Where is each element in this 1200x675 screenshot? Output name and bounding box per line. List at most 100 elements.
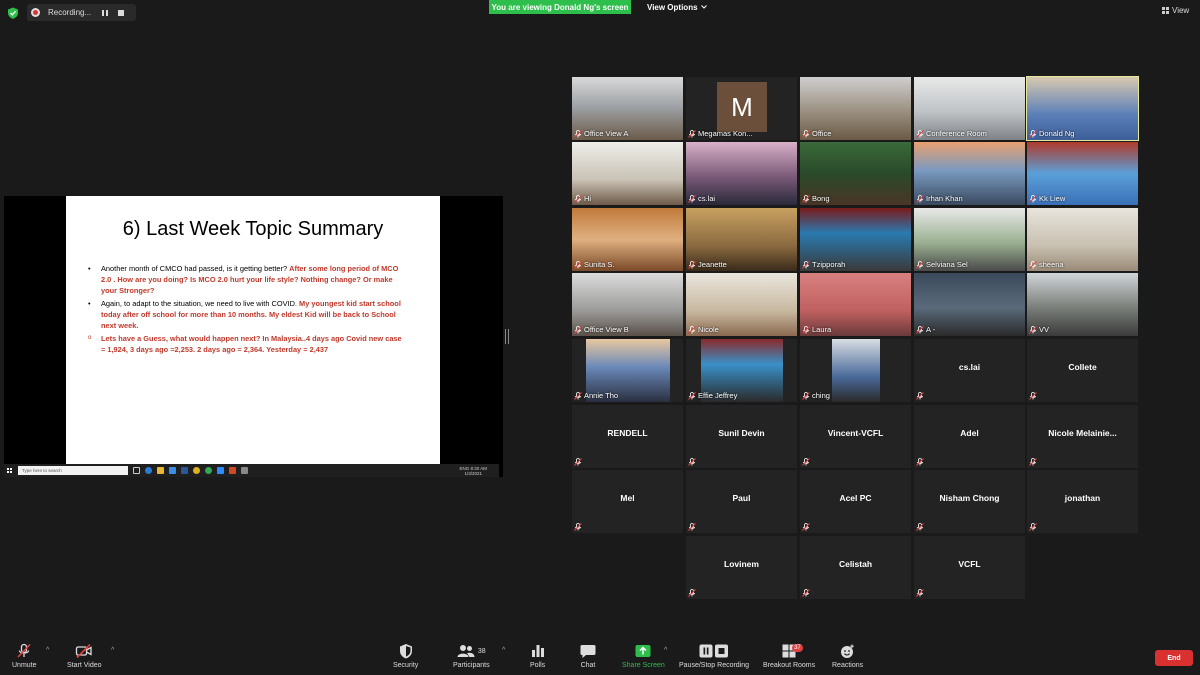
participant-name: Office View B: [584, 325, 629, 334]
bullet-text: Again, to adapt to the situation, we nee…: [101, 299, 300, 308]
participant-label: Effie Jeffrey: [688, 391, 737, 400]
view-options-button[interactable]: View Options: [647, 1, 707, 13]
microphone-muted-icon: [574, 194, 582, 203]
participant-tile[interactable]: jonathan: [1027, 470, 1138, 533]
windows-start-icon: [7, 468, 12, 473]
share-screen-icon: [635, 643, 651, 659]
share-screen-button[interactable]: Share Screen: [622, 643, 665, 669]
participant-name: Acel PC: [839, 493, 872, 503]
chrome-icon: [193, 467, 200, 474]
pause-recording-icon[interactable]: [102, 9, 108, 16]
participant-tile[interactable]: Mel: [572, 470, 683, 533]
microphone-muted-icon: [574, 391, 582, 400]
view-options-label: View Options: [647, 2, 698, 12]
participant-tile[interactable]: VV: [1027, 273, 1138, 336]
participant-tile[interactable]: Hi: [572, 142, 683, 205]
participant-tile[interactable]: Laura: [800, 273, 911, 336]
reactions-button[interactable]: Reactions: [832, 643, 863, 669]
participant-label: A -: [916, 325, 935, 334]
pause-stop-recording-button[interactable]: Pause/Stop Recording: [679, 643, 749, 669]
participant-tile[interactable]: Lovinem: [686, 536, 797, 599]
participant-tile[interactable]: Celistah: [800, 536, 911, 599]
unmute-button[interactable]: Unmute: [12, 643, 37, 669]
participant-tile[interactable]: VCFL: [914, 536, 1025, 599]
participant-tile[interactable]: cs.lai: [914, 339, 1025, 402]
participant-tile[interactable]: Nicole Melainie...: [1027, 405, 1138, 468]
avatar: M: [717, 82, 767, 132]
participants-options-caret[interactable]: ^: [502, 647, 505, 654]
participant-tile[interactable]: Effie Jeffrey: [686, 339, 797, 402]
video-options-caret[interactable]: ^: [111, 647, 114, 654]
participant-label: [916, 458, 924, 466]
participant-tile[interactable]: Conference Room: [914, 77, 1025, 140]
shared-screen[interactable]: 6) Last Week Topic Summary Another month…: [4, 196, 503, 477]
participant-tile[interactable]: Sunil Devin: [686, 405, 797, 468]
participant-tile[interactable]: Irhan Khan: [914, 142, 1025, 205]
shield-icon[interactable]: [7, 7, 19, 19]
security-button[interactable]: Security: [393, 643, 418, 669]
presentation-slide: 6) Last Week Topic Summary Another month…: [66, 196, 440, 464]
microphone-muted-icon: [1029, 392, 1037, 400]
participant-tile[interactable]: Adel: [914, 405, 1025, 468]
participant-label: [802, 523, 810, 531]
folder-icon: [157, 467, 164, 474]
grid-view-icon: [1162, 7, 1169, 14]
participant-tile[interactable]: cs.lai: [686, 142, 797, 205]
participant-name: Collete: [1068, 362, 1097, 372]
participant-tile[interactable]: Annie Tho: [572, 339, 683, 402]
taskbar-search: Type here to search: [18, 466, 128, 475]
powerpoint-icon: [229, 467, 236, 474]
breakout-rooms-button[interactable]: 37 Breakout Rooms: [763, 643, 815, 669]
chat-button[interactable]: Chat: [580, 643, 596, 669]
microphone-muted-icon: [1029, 129, 1037, 138]
splitter-handle[interactable]: [505, 329, 509, 344]
participant-tile[interactable]: Collete: [1027, 339, 1138, 402]
participant-tile[interactable]: RENDELL: [572, 405, 683, 468]
participant-tile[interactable]: Bong: [800, 142, 911, 205]
participant-tile[interactable]: Kk Liew: [1027, 142, 1138, 205]
participant-tile[interactable]: Vincent-VCFL: [800, 405, 911, 468]
participant-tile[interactable]: Selviana Sel: [914, 208, 1025, 271]
participant-label: [1029, 392, 1037, 400]
participant-tile[interactable]: Nicole: [686, 273, 797, 336]
participant-tile[interactable]: Office View B: [572, 273, 683, 336]
participant-label: [688, 589, 696, 597]
start-video-button[interactable]: Start Video: [67, 643, 102, 669]
participant-name: Sunita S.: [584, 260, 615, 269]
participants-button[interactable]: 38 Participants: [453, 643, 490, 669]
polls-button[interactable]: Polls: [530, 643, 545, 669]
participant-name: VV: [1039, 325, 1050, 334]
microphone-muted-icon: [916, 260, 924, 269]
microphone-muted-icon: [688, 458, 696, 466]
participant-label: [574, 523, 582, 531]
share-options-caret[interactable]: ^: [664, 647, 667, 654]
view-button[interactable]: View: [1162, 6, 1189, 15]
participant-tile[interactable]: ching: [800, 339, 911, 402]
participant-name: RENDELL: [607, 428, 648, 438]
participant-tile[interactable]: Donald Ng: [1026, 76, 1139, 141]
participant-tile[interactable]: Paul: [686, 470, 797, 533]
share-screen-label: Share Screen: [622, 662, 665, 669]
participant-tile[interactable]: sheena: [1027, 208, 1138, 271]
participant-tile[interactable]: M Megamas Kon...: [686, 77, 797, 140]
end-meeting-button[interactable]: End: [1155, 650, 1193, 666]
stop-recording-icon[interactable]: [118, 9, 124, 16]
participant-label: Hi: [574, 194, 591, 203]
participant-tile[interactable]: Sunita S.: [572, 208, 683, 271]
participant-tile[interactable]: Office: [800, 77, 911, 140]
participant-label: Office View A: [574, 129, 628, 138]
participant-tile[interactable]: Tzipporah: [800, 208, 911, 271]
participant-tile[interactable]: Nisham Chong: [914, 470, 1025, 533]
participant-tile[interactable]: Jeanette: [686, 208, 797, 271]
participant-tile[interactable]: Acel PC: [800, 470, 911, 533]
audio-options-caret[interactable]: ^: [46, 647, 49, 654]
participant-tile[interactable]: A -: [914, 273, 1025, 336]
participant-label: [916, 392, 924, 400]
microphone-muted-icon: [574, 129, 582, 138]
microphone-muted-icon: [802, 325, 810, 334]
participant-name: Donald Ng: [1039, 129, 1075, 138]
participant-name: sheena: [1039, 260, 1064, 269]
zoom-taskbar-icon: [217, 467, 224, 474]
slide-bullets: Another month of CMCO had passed, is it …: [86, 263, 406, 357]
participant-tile[interactable]: Office View A: [572, 77, 683, 140]
